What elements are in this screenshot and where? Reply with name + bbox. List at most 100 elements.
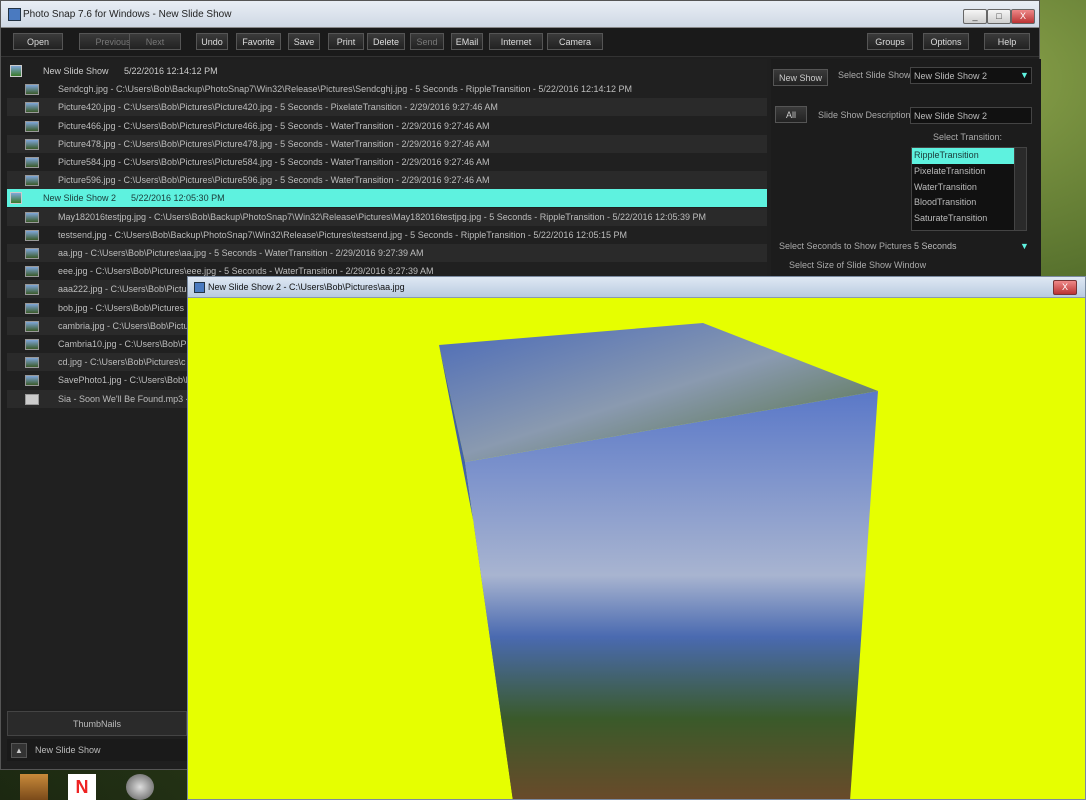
select-show-label: Select Slide Show: (838, 70, 914, 80)
transition-option[interactable]: BloodTransition (912, 195, 1026, 211)
toolbar-internet-button[interactable]: Internet (489, 33, 543, 50)
thumbnail-icon (25, 138, 39, 150)
maximize-button[interactable]: □ (987, 9, 1011, 24)
file-entry-text: bob.jpg - C:\Users\Bob\Pictures (58, 302, 185, 313)
window-title: Photo Snap 7.6 for Windows - New Slide S… (23, 9, 232, 20)
toolbar-help-button[interactable]: Help (984, 33, 1030, 50)
desktop-icons: N (0, 766, 190, 800)
transition-option[interactable]: WaveTransition (912, 227, 1026, 230)
app-icon (194, 282, 205, 293)
list-item[interactable]: May182016testjpg.jpg - C:\Users\Bob\Back… (7, 207, 767, 226)
list-item[interactable]: testsend.jpg - C:\Users\Bob\Backup\Photo… (7, 226, 767, 244)
toolbar-undo-button[interactable]: Undo (196, 33, 228, 50)
list-item[interactable]: Sendcgh.jpg - C:\Users\Bob\Backup\PhotoS… (7, 80, 767, 98)
thumbnail-icon (25, 211, 39, 223)
transition-option[interactable]: RippleTransition (912, 148, 1026, 164)
file-entry-text: Picture420.jpg - C:\Users\Bob\Pictures\P… (58, 102, 498, 113)
thumbnails-button[interactable]: ThumbNails (7, 711, 187, 736)
slideshow-icon (10, 65, 22, 77)
toolbar-send-button[interactable]: Send (410, 33, 444, 50)
list-item[interactable]: aa.jpg - C:\Users\Bob\Pictures\aa.jpg - … (7, 244, 767, 262)
file-entry-text: Picture466.jpg - C:\Users\Bob\Pictures\P… (58, 120, 490, 131)
slideshow-window: New Slide Show 2 - C:\Users\Bob\Pictures… (187, 276, 1086, 800)
file-entry-text: Cambria10.jpg - C:\Users\Bob\P (58, 339, 187, 349)
file-entry-text: aaa222.jpg - C:\Users\Bob\Pictures (58, 284, 200, 295)
cube-front-face (465, 391, 878, 799)
thumbnail-icon (25, 375, 39, 387)
transition-label: Select Transition: (933, 132, 1003, 142)
transition-option[interactable]: SaturateTransition (912, 211, 1026, 227)
list-item[interactable]: Picture466.jpg - C:\Users\Bob\Pictures\P… (7, 117, 767, 135)
thumbnail-icon (25, 357, 39, 369)
thumbnail-icon (25, 229, 39, 241)
list-item[interactable]: Picture596.jpg - C:\Users\Bob\Pictures\P… (7, 171, 767, 190)
toolbar-camera-button[interactable]: Camera (547, 33, 603, 50)
all-button[interactable]: All (775, 106, 807, 123)
up-arrow-icon[interactable]: ▲ (11, 743, 27, 758)
thumbnail-icon (25, 302, 39, 314)
slideshow-date: 5/22/2016 12:14:12 PM (124, 66, 218, 76)
slideshow-name: New Slide Show (43, 66, 109, 76)
description-field[interactable]: New Slide Show 2 (910, 107, 1032, 124)
slideshow-date: 5/22/2016 12:05:30 PM (131, 193, 225, 204)
notepad-icon[interactable]: N (68, 774, 96, 800)
file-entry-text: aa.jpg - C:\Users\Bob\Pictures\aa.jpg - … (58, 248, 424, 258)
slideshow-title: New Slide Show 2 - C:\Users\Bob\Pictures… (208, 282, 405, 292)
file-entry-text: Sia - Soon We'll Be Found.mp3 - (58, 393, 189, 404)
toolbar-open-button[interactable]: Open (13, 33, 63, 50)
transition-list[interactable]: RippleTransition PixelateTransition WaterT… (911, 147, 1027, 231)
list-item[interactable]: Picture478.jpg - C:\Users\Bob\Pictures\P… (7, 134, 767, 153)
list-item[interactable]: Picture420.jpg - C:\Users\Bob\Pictures\P… (7, 98, 767, 117)
file-entry-text: May182016testjpg.jpg - C:\Users\Bob\Back… (58, 211, 707, 222)
chevron-down-icon[interactable]: ▼ (1020, 70, 1029, 80)
photo-cube (439, 323, 878, 799)
size-label: Select Size of Slide Show Window (789, 260, 927, 270)
transition-option[interactable]: WaterTransition (912, 180, 1026, 196)
minimize-button[interactable]: _ (963, 9, 987, 24)
archive-icon[interactable] (20, 774, 48, 800)
thumbnail-icon (25, 248, 39, 259)
thumbnail-icon (25, 157, 39, 168)
toolbar-next-button[interactable]: Next (129, 33, 181, 50)
thumbnail-icon (25, 102, 39, 114)
file-entry-text: testsend.jpg - C:\Users\Bob\Backup\Photo… (58, 229, 627, 240)
status-text: New Slide Show (35, 745, 101, 755)
thumbnail-icon (25, 266, 39, 278)
toolbar-save-button[interactable]: Save (288, 33, 320, 50)
chevron-down-icon[interactable]: ▼ (1020, 241, 1029, 251)
toolbar-delete-button[interactable]: Delete (367, 33, 405, 50)
slideshow-name: New Slide Show 2 (43, 193, 117, 204)
thumbnail-icon (25, 339, 39, 350)
new-show-button[interactable]: New Show (773, 69, 828, 86)
slideshow-row[interactable]: New Slide Show 2 5/22/2016 12:05:30 PM (7, 189, 767, 208)
transition-option[interactable]: PixelateTransition (912, 164, 1026, 180)
slideshow-close-button[interactable]: X (1053, 280, 1077, 295)
toolbar-favorite-button[interactable]: Favorite (236, 33, 281, 50)
file-entry-text: cambria.jpg - C:\Users\Bob\Pictu (58, 320, 189, 331)
slideshow-row[interactable]: New Slide Show 5/22/2016 12:14:12 PM (7, 62, 767, 80)
file-entry-text: Picture478.jpg - C:\Users\Bob\Pictures\P… (58, 138, 490, 149)
toolbar-groups-button[interactable]: Groups (867, 33, 913, 50)
slideshow-icon (10, 192, 22, 205)
list-item[interactable]: Picture584.jpg - C:\Users\Bob\Pictures\P… (7, 153, 767, 171)
media-icon[interactable] (126, 774, 154, 800)
title-bar: Photo Snap 7.6 for Windows - New Slide S… (1, 1, 1039, 28)
file-entry-text: Sendcgh.jpg - C:\Users\Bob\Backup\PhotoS… (58, 84, 632, 95)
select-show-dropdown[interactable]: New Slide Show 2 (910, 67, 1032, 84)
transition-scrollbar[interactable] (1014, 148, 1026, 230)
toolbar-print-button[interactable]: Print (328, 33, 364, 50)
seconds-label: Select Seconds to Show Pictures (779, 241, 912, 251)
thumbnail-icon (25, 284, 39, 296)
app-icon (8, 8, 21, 21)
seconds-dropdown[interactable]: 5 Seconds (914, 241, 957, 251)
close-button[interactable]: X (1011, 9, 1035, 24)
thumbnail-icon (25, 120, 39, 132)
thumbnail-icon (25, 175, 39, 187)
thumbnail-icon (25, 84, 39, 96)
slideshow-title-bar: New Slide Show 2 - C:\Users\Bob\Pictures… (188, 277, 1085, 298)
audio-icon (25, 393, 39, 405)
toolbar-options-button[interactable]: Options (923, 33, 969, 50)
toolbar-email-button[interactable]: EMail (451, 33, 483, 50)
thumbnail-icon (25, 320, 39, 332)
file-entry-text: Picture584.jpg - C:\Users\Bob\Pictures\P… (58, 157, 490, 167)
